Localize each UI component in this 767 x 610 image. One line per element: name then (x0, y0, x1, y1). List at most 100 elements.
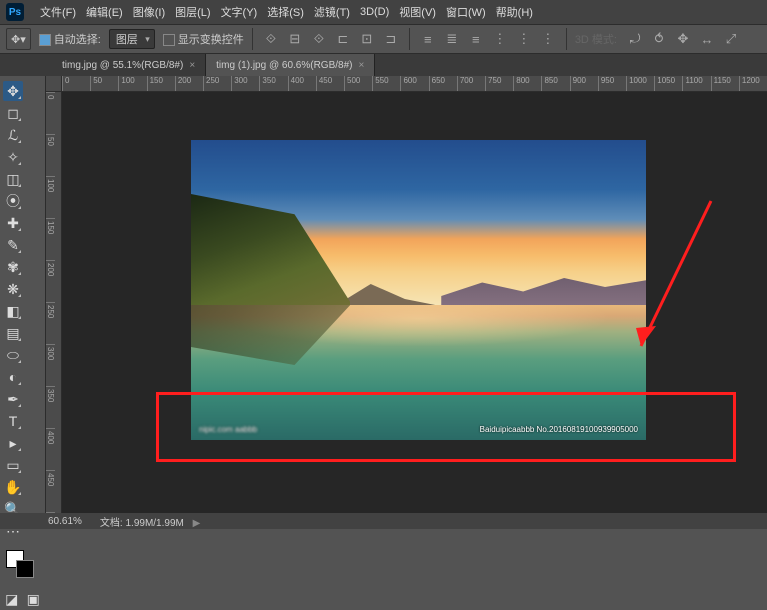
ruler-tick: 200 (46, 260, 55, 302)
gradient-tool[interactable]: ▤ (3, 323, 23, 343)
align-icons: ⟐ ⊟ ⟐ ⊏ ⊡ ⊐ (261, 29, 401, 49)
document-tab[interactable]: timg.jpg @ 55.1%(RGB/8#) × (52, 54, 206, 76)
healing-brush-tool[interactable]: ✚ (3, 213, 23, 233)
watermark-right: Baiduipicaabbb No.20160819100939905000 (480, 425, 638, 434)
brush-tool[interactable]: ✎ (3, 235, 23, 255)
document-tab-title: timg (1).jpg @ 60.6%(RGB/8#) (216, 60, 352, 71)
align-hcenter-icon[interactable]: ⊡ (357, 29, 377, 49)
document-tab[interactable]: timg (1).jpg @ 60.6%(RGB/8#) × (206, 54, 375, 76)
ruler-horizontal[interactable]: 0501001502002503003504004505005506006507… (62, 76, 767, 92)
distribute-bottom-icon[interactable]: ≡ (466, 29, 486, 49)
pen-tool[interactable]: ✒ (3, 389, 23, 409)
distribute-left-icon[interactable]: ⋮ (490, 29, 510, 49)
roll-3d-icon: ⥀ (649, 29, 669, 49)
marquee-tool[interactable]: ◻ (3, 103, 23, 123)
toolbox: ✥◻ℒ✧◫⦿✚✎✾❋◧▤⬭◐✒T▸▭✋🔍⋯◪▣ (0, 76, 46, 513)
image-watermark: nipic.com aabbb Baiduipicaabbb No.201608… (191, 425, 646, 434)
ruler-tick: 700 (457, 76, 485, 91)
menu-type[interactable]: 文字(Y) (221, 4, 258, 20)
auto-select-label: 自动选择: (54, 34, 101, 46)
align-left-icon[interactable]: ⊏ (333, 29, 353, 49)
canvas-area[interactable]: 0501001502002503003504004505005506006507… (46, 76, 767, 513)
magic-wand-tool[interactable]: ✧ (3, 147, 23, 167)
menu-3d[interactable]: 3D(D) (360, 6, 389, 18)
stamp-tool[interactable]: ✾ (3, 257, 23, 277)
ruler-tick: 1100 (682, 76, 710, 91)
quick-mask-icon[interactable]: ◪ (3, 589, 21, 609)
ruler-tick: 200 (175, 76, 203, 91)
type-tool[interactable]: T (3, 411, 23, 431)
ruler-tick: 150 (147, 76, 175, 91)
ruler-tick: 250 (203, 76, 231, 91)
ruler-vertical[interactable]: 0501001502002503003504004505005506006507… (46, 92, 62, 513)
align-top-icon[interactable]: ⟐ (261, 29, 281, 49)
workspace: ✥◻ℒ✧◫⦿✚✎✾❋◧▤⬭◐✒T▸▭✋🔍⋯◪▣ 0501001502002503… (0, 76, 767, 513)
show-transform-checkbox[interactable]: 显示变换控件 (163, 31, 244, 47)
ruler-origin[interactable] (46, 76, 62, 92)
ruler-tick: 300 (231, 76, 259, 91)
ruler-tick: 150 (46, 218, 55, 260)
separator (252, 28, 253, 50)
rectangle-tool[interactable]: ▭ (3, 455, 23, 475)
ruler-tick: 350 (259, 76, 287, 91)
ruler-tick: 800 (513, 76, 541, 91)
status-doc-info[interactable]: 文档: 1.99M/1.99M ▶ (100, 514, 200, 529)
ruler-tick: 1050 (654, 76, 682, 91)
ruler-tick: 0 (46, 92, 55, 134)
screen-mode-icon[interactable]: ▣ (25, 589, 43, 609)
lasso-tool[interactable]: ℒ (3, 125, 23, 145)
dodge-tool[interactable]: ◐ (3, 367, 23, 387)
move-tool-indicator[interactable]: ✥▾ (6, 28, 31, 50)
menu-view[interactable]: 视图(V) (399, 4, 436, 20)
document-canvas[interactable]: nipic.com aabbb Baiduipicaabbb No.201608… (191, 140, 646, 440)
ruler-tick: 50 (90, 76, 118, 91)
background-color[interactable] (16, 560, 34, 578)
separator (566, 28, 567, 50)
distribute-hcenter-icon[interactable]: ⋮ (514, 29, 534, 49)
menu-filter[interactable]: 滤镜(T) (314, 4, 350, 20)
color-swatches[interactable] (4, 548, 41, 578)
distribute-icons: ≡ ≣ ≡ ⋮ ⋮ ⋮ (418, 29, 558, 49)
menu-window[interactable]: 窗口(W) (446, 4, 486, 20)
auto-select-target[interactable]: 图层 (109, 29, 155, 49)
eraser-tool[interactable]: ◧ (3, 301, 23, 321)
menu-select[interactable]: 选择(S) (267, 4, 304, 20)
eyedropper-tool[interactable]: ⦿ (3, 191, 23, 211)
menu-edit[interactable]: 编辑(E) (86, 4, 123, 20)
crop-tool[interactable]: ◫ (3, 169, 23, 189)
ruler-tick: 300 (46, 344, 55, 386)
distribute-vcenter-icon[interactable]: ≣ (442, 29, 462, 49)
show-transform-label: 显示变换控件 (178, 34, 244, 46)
menu-image[interactable]: 图像(I) (133, 4, 165, 20)
menu-layer[interactable]: 图层(L) (175, 4, 210, 20)
hand-tool[interactable]: ✋ (3, 477, 23, 497)
path-select-tool[interactable]: ▸ (3, 433, 23, 453)
align-right-icon[interactable]: ⊐ (381, 29, 401, 49)
ruler-tick: 400 (46, 428, 55, 470)
menu-help[interactable]: 帮助(H) (496, 4, 533, 20)
close-icon[interactable]: × (189, 60, 195, 71)
ruler-tick: 950 (598, 76, 626, 91)
align-bottom-icon[interactable]: ⟐ (309, 29, 329, 49)
ruler-tick: 850 (541, 76, 569, 91)
ruler-tick: 1200 (739, 76, 767, 91)
blur-tool[interactable]: ⬭ (3, 345, 23, 365)
ruler-tick: 750 (485, 76, 513, 91)
distribute-right-icon[interactable]: ⋮ (538, 29, 558, 49)
mode3d-icons: ⤾ ⥀ ✥ ↔ ⤢ (625, 29, 741, 49)
ruler-tick: 450 (46, 470, 55, 512)
history-brush-tool[interactable]: ❋ (3, 279, 23, 299)
status-zoom[interactable]: 60.61% (48, 516, 82, 527)
align-vcenter-icon[interactable]: ⊟ (285, 29, 305, 49)
ruler-tick: 0 (62, 76, 90, 91)
chevron-right-icon: ▶ (193, 518, 201, 529)
ruler-tick: 100 (118, 76, 146, 91)
close-icon[interactable]: × (358, 60, 364, 71)
auto-select-checkbox[interactable]: 自动选择: (39, 31, 101, 47)
ruler-tick: 600 (400, 76, 428, 91)
options-bar: ✥▾ 自动选择: 图层 显示变换控件 ⟐ ⊟ ⟐ ⊏ ⊡ ⊐ ≡ ≣ ≡ ⋮ ⋮… (0, 24, 767, 54)
slide-3d-icon: ↔ (697, 29, 717, 49)
distribute-top-icon[interactable]: ≡ (418, 29, 438, 49)
move-tool[interactable]: ✥ (3, 81, 23, 101)
menu-file[interactable]: 文件(F) (40, 4, 76, 20)
